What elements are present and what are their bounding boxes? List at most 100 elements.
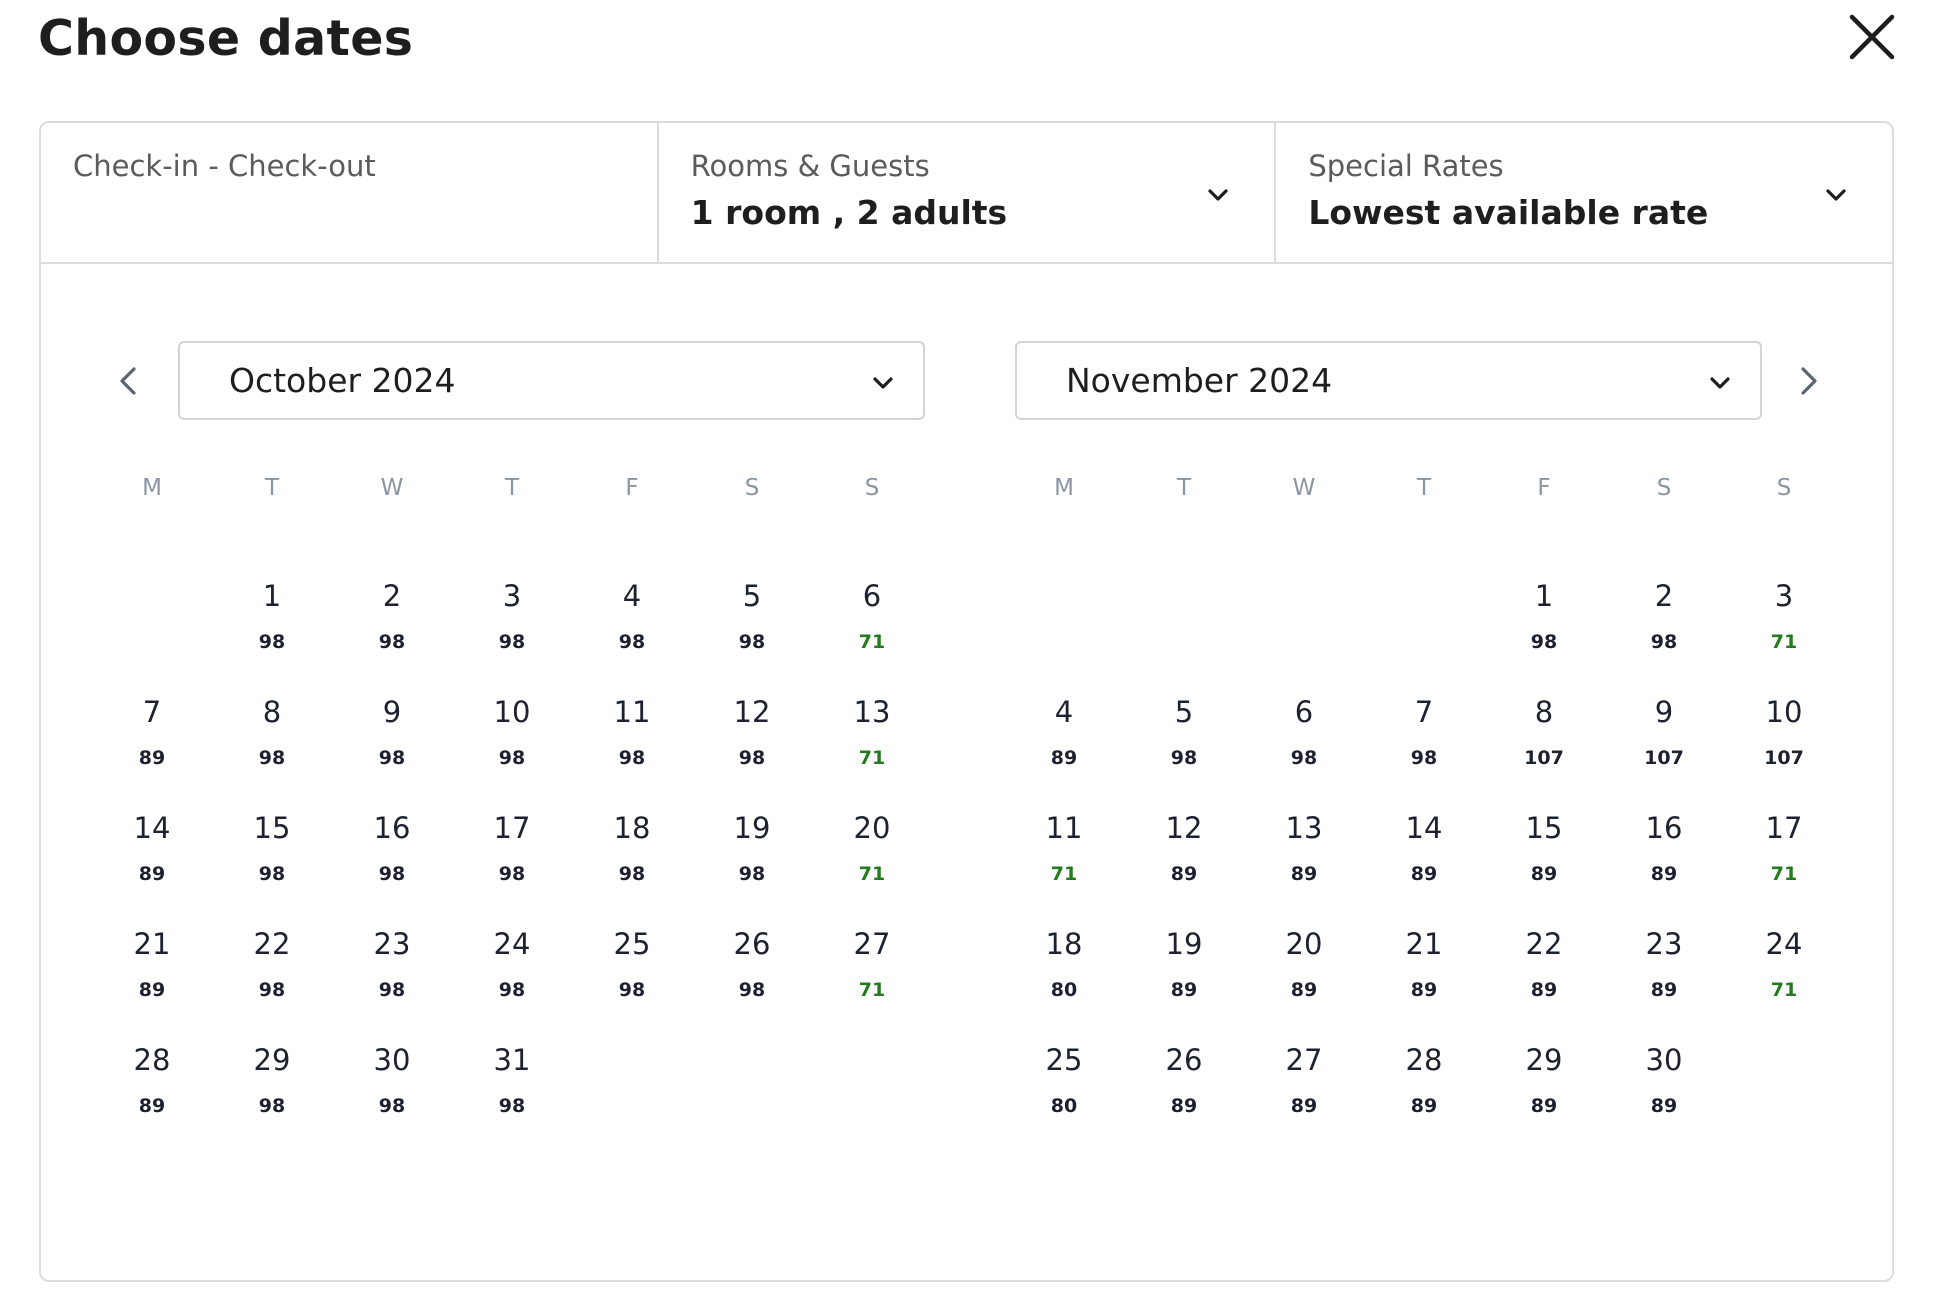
calendar-day[interactable]: 8 98 — [212, 680, 332, 796]
calendar-day[interactable]: 24 71 — [1724, 912, 1844, 1028]
weekday-label: S — [1656, 475, 1672, 501]
day-price: 89 — [1410, 863, 1438, 885]
day-price: 98 — [618, 747, 646, 769]
calendar-day[interactable]: 12 89 — [1124, 796, 1244, 912]
calendar-day[interactable]: 27 89 — [1244, 1028, 1364, 1144]
calendar-day[interactable]: 6 71 — [812, 564, 932, 680]
previous-month-button[interactable] — [111, 363, 147, 399]
calendar-day[interactable]: 6 98 — [1244, 680, 1364, 796]
calendar-day[interactable]: 8 107 — [1484, 680, 1604, 796]
day-price: 98 — [1290, 747, 1318, 769]
calendar-day[interactable]: 31 98 — [452, 1028, 572, 1144]
calendar-day[interactable]: 22 98 — [212, 912, 332, 1028]
weekday-label: F — [625, 475, 639, 501]
day-number: 19 — [733, 811, 771, 845]
calendar-day[interactable]: 3 98 — [452, 564, 572, 680]
day-number: 17 — [1765, 811, 1803, 845]
calendar-day[interactable]: 13 89 — [1244, 796, 1364, 912]
calendar-day[interactable]: 3 71 — [1724, 564, 1844, 680]
calendar-day[interactable]: 2 98 — [1604, 564, 1724, 680]
day-number: 14 — [133, 811, 171, 845]
calendar-day[interactable]: 20 71 — [812, 796, 932, 912]
day-price: 98 — [498, 747, 526, 769]
calendar-day[interactable]: 10 107 — [1724, 680, 1844, 796]
day-price: 98 — [738, 747, 766, 769]
calendar-day[interactable]: 22 89 — [1484, 912, 1604, 1028]
calendar-day[interactable]: 15 89 — [1484, 796, 1604, 912]
calendar-day[interactable]: 4 98 — [572, 564, 692, 680]
calendar-day[interactable]: 2 98 — [332, 564, 452, 680]
calendar-day[interactable]: 9 107 — [1604, 680, 1724, 796]
day-price: 89 — [138, 747, 166, 769]
calendar-day[interactable]: 14 89 — [1364, 796, 1484, 912]
calendar-day[interactable]: 1 98 — [212, 564, 332, 680]
month-label: October 2024 — [229, 361, 456, 400]
calendar-day[interactable]: 25 80 — [1004, 1028, 1124, 1144]
day-number: 27 — [853, 927, 891, 961]
calendar-day[interactable]: 17 98 — [452, 796, 572, 912]
day-price: 89 — [1290, 863, 1318, 885]
next-month-button[interactable] — [1790, 363, 1826, 399]
rooms-guests-dropdown[interactable]: Rooms & Guests 1 room , 2 adults — [656, 123, 1275, 262]
calendar-day[interactable]: 23 89 — [1604, 912, 1724, 1028]
calendar-day[interactable]: 21 89 — [1364, 912, 1484, 1028]
calendar-day[interactable]: 24 98 — [452, 912, 572, 1028]
calendar-day[interactable]: 29 89 — [1484, 1028, 1604, 1144]
calendar-day[interactable]: 7 89 — [92, 680, 212, 796]
calendar-day[interactable]: 20 89 — [1244, 912, 1364, 1028]
calendar-day[interactable]: 19 98 — [692, 796, 812, 912]
calendar-day[interactable]: 5 98 — [692, 564, 812, 680]
calendar-day[interactable]: 4 89 — [1004, 680, 1124, 796]
day-number: 8 — [262, 695, 282, 729]
calendar-day[interactable]: 17 71 — [1724, 796, 1844, 912]
day-price: 89 — [1650, 979, 1678, 1001]
weekday-label: T — [264, 475, 280, 501]
special-rates-dropdown[interactable]: Special Rates Lowest available rate — [1274, 123, 1892, 262]
calendar-day[interactable]: 1 98 — [1484, 564, 1604, 680]
calendar-day[interactable]: 12 98 — [692, 680, 812, 796]
weekday-label: T — [1176, 475, 1192, 501]
calendar-day[interactable]: 9 98 — [332, 680, 452, 796]
calendar-day[interactable]: 18 98 — [572, 796, 692, 912]
calendar-day[interactable]: 28 89 — [92, 1028, 212, 1144]
calendar-day[interactable]: 16 89 — [1604, 796, 1724, 912]
day-price: 89 — [138, 863, 166, 885]
close-button[interactable] — [1847, 12, 1897, 62]
calendar-day[interactable]: 25 98 — [572, 912, 692, 1028]
month-select-november[interactable]: November 2024 — [1015, 341, 1762, 420]
booking-card: Check-in - Check-out Rooms & Guests 1 ro… — [39, 121, 1894, 1282]
calendar-day[interactable]: 7 98 — [1364, 680, 1484, 796]
day-price: 98 — [618, 631, 646, 653]
day-number: 18 — [1045, 927, 1083, 961]
calendar-day[interactable]: 26 89 — [1124, 1028, 1244, 1144]
day-number: 29 — [1525, 1043, 1563, 1077]
day-number: 9 — [382, 695, 402, 729]
day-number: 5 — [742, 579, 762, 613]
calendar-day[interactable]: 5 98 — [1124, 680, 1244, 796]
day-number: 24 — [1765, 927, 1803, 961]
choose-dates-dialog: Choose dates Check-in - Check-out Rooms … — [0, 0, 1936, 1310]
calendar-day[interactable]: 26 98 — [692, 912, 812, 1028]
month-select-october[interactable]: October 2024 — [178, 341, 925, 420]
calendar-day[interactable]: 14 89 — [92, 796, 212, 912]
calendar-day[interactable]: 28 89 — [1364, 1028, 1484, 1144]
day-number: 10 — [1765, 695, 1803, 729]
check-in-check-out-field[interactable]: Check-in - Check-out — [41, 123, 657, 262]
calendar-day[interactable]: 18 80 — [1004, 912, 1124, 1028]
calendar-day[interactable]: 30 89 — [1604, 1028, 1724, 1144]
calendar-day[interactable]: 10 98 — [452, 680, 572, 796]
calendar-day[interactable]: 21 89 — [92, 912, 212, 1028]
calendar-day[interactable]: 11 98 — [572, 680, 692, 796]
calendar-day[interactable]: 11 71 — [1004, 796, 1124, 912]
calendar-day[interactable]: 30 98 — [332, 1028, 452, 1144]
calendar-day[interactable]: 16 98 — [332, 796, 452, 912]
day-price: 89 — [1530, 1095, 1558, 1117]
calendar-day[interactable]: 15 98 — [212, 796, 332, 912]
day-price: 71 — [858, 979, 886, 1001]
calendar-day[interactable]: 13 71 — [812, 680, 932, 796]
calendar-day[interactable]: 19 89 — [1124, 912, 1244, 1028]
calendar-day[interactable]: 29 98 — [212, 1028, 332, 1144]
calendar-day[interactable]: 27 71 — [812, 912, 932, 1028]
calendar-day[interactable]: 23 98 — [332, 912, 452, 1028]
day-price: 89 — [1290, 979, 1318, 1001]
